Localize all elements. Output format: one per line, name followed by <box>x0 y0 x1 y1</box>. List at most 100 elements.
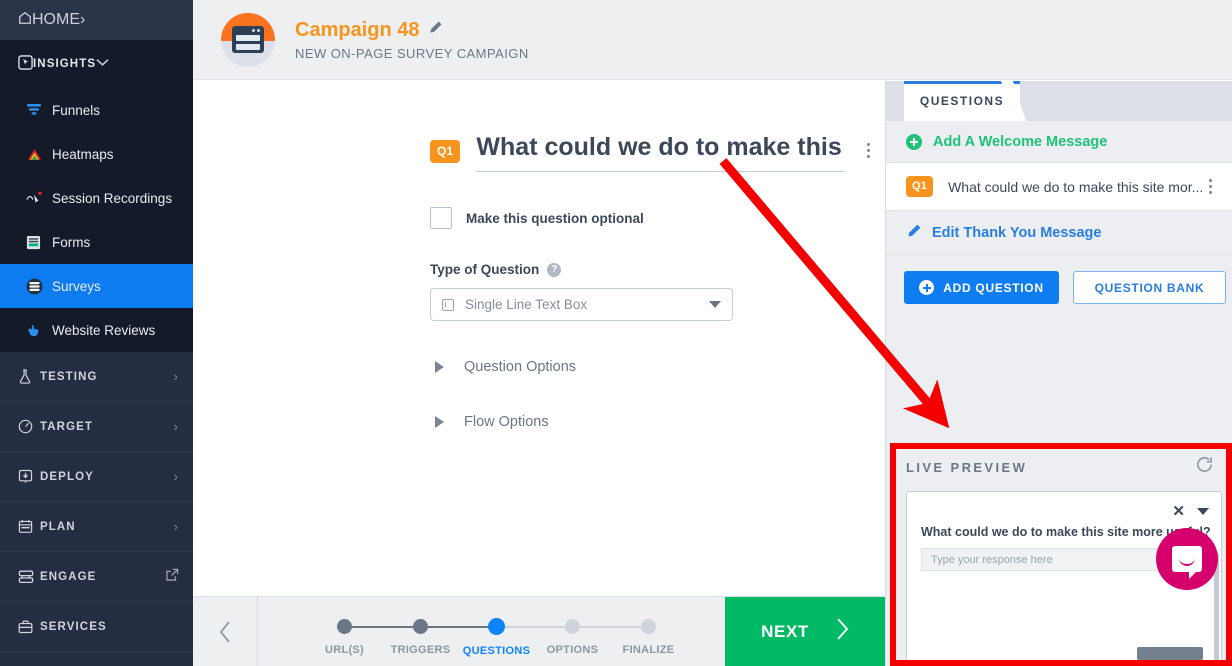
sidebar-item-target[interactable]: TARGET › <box>0 402 193 451</box>
question-header-row: Q1 <box>430 133 885 172</box>
list-item[interactable]: Q1 What could we do to make this site mo… <box>886 163 1232 211</box>
sidebar-item-forms[interactable]: Forms <box>0 220 193 264</box>
step-dot <box>337 619 352 634</box>
sidebar-item-testing[interactable]: TESTING › <box>0 352 193 401</box>
session-recordings-icon <box>26 191 52 205</box>
refresh-icon[interactable] <box>1195 455 1214 480</box>
sidebar-item-plan-label: PLAN <box>40 520 76 533</box>
step-dot <box>565 619 580 634</box>
sidebar-item-website-reviews[interactable]: Website Reviews <box>0 308 193 352</box>
plus-circle-icon <box>919 280 935 295</box>
optional-checkbox-row[interactable]: Make this question optional <box>430 207 885 229</box>
sidebar-item-engage[interactable]: ENGAGE <box>0 552 193 601</box>
step-questions[interactable]: QUESTIONS <box>459 606 573 657</box>
text-box-icon <box>442 298 454 311</box>
campaign-subtitle: NEW ON-PAGE SURVEY CAMPAIGN <box>295 45 529 61</box>
insights-icon <box>18 55 33 73</box>
preview-submit-button[interactable] <box>1137 647 1203 660</box>
external-link-icon <box>165 568 179 585</box>
step-finalize[interactable]: FINALIZE <box>611 606 687 656</box>
sidebar-item-heatmaps-label: Heatmaps <box>52 146 114 162</box>
step-triggers[interactable]: TRIGGERS <box>383 606 497 656</box>
preview-response-input[interactable]: Type your response here <box>921 548 1169 571</box>
step-dot <box>488 618 505 635</box>
step-dot <box>413 619 428 634</box>
accordion-flow-options[interactable]: Flow Options <box>430 414 885 430</box>
question-menu-icon[interactable] <box>851 143 885 158</box>
briefcase-icon <box>18 620 40 634</box>
edit-thank-you-row[interactable]: Edit Thank You Message <box>886 211 1232 255</box>
chevron-right-icon: › <box>173 469 179 484</box>
forms-icon <box>26 235 52 250</box>
step-urls[interactable]: URL(S) <box>307 606 421 656</box>
website-reviews-icon <box>26 323 52 337</box>
triangle-right-icon <box>435 361 444 373</box>
app-root: HOME › INSIGHTS Funnels Heatmaps Session… <box>0 0 1232 666</box>
question-bank-button[interactable]: QUESTION BANK <box>1073 271 1226 304</box>
sidebar-item-testing-label: TESTING <box>40 370 98 383</box>
add-welcome-message-label: Add A Welcome Message <box>933 133 1108 150</box>
step-connector <box>496 626 573 628</box>
list-item-label: What could we do to make this site mor..… <box>948 178 1202 195</box>
sidebar-item-home[interactable]: HOME › <box>0 0 193 40</box>
step-options[interactable]: OPTIONS <box>535 606 649 656</box>
sidebar-item-website-reviews-label: Website Reviews <box>52 322 156 338</box>
surveys-icon <box>26 278 52 295</box>
sidebar-item-session-recordings[interactable]: Session Recordings <box>0 176 193 220</box>
sidebar-item-funnels[interactable]: Funnels <box>0 88 193 132</box>
question-type-select[interactable]: Single Line Text Box <box>430 288 733 321</box>
step-options-label: OPTIONS <box>546 644 599 656</box>
accordion-question-options[interactable]: Question Options <box>430 359 885 375</box>
input-underline <box>476 171 845 172</box>
chevron-right-icon: › <box>173 369 179 384</box>
next-button-label: NEXT <box>761 621 809 641</box>
question-type-label: Type of Question <box>430 262 540 277</box>
preview-response-placeholder: Type your response here <box>931 553 1053 566</box>
question-number-badge: Q1 <box>430 140 461 163</box>
sidebar-item-ideas[interactable]: IDEAS <box>0 652 193 666</box>
live-preview-header: LIVE PREVIEW <box>891 443 1232 491</box>
sidebar-item-deploy[interactable]: DEPLOY › <box>0 452 193 501</box>
campaign-header: Campaign 48 NEW ON-PAGE SURVEY CAMPAIGN <box>193 0 1232 80</box>
chevron-right-icon: › <box>80 11 86 28</box>
back-button[interactable] <box>193 596 258 666</box>
pencil-icon <box>906 223 922 243</box>
next-button[interactable]: NEXT <box>725 596 885 666</box>
pencil-icon[interactable] <box>428 20 443 40</box>
question-editor: Q1 Make this question optional Type of Q… <box>193 81 885 596</box>
sidebar-item-plan[interactable]: PLAN › <box>0 502 193 551</box>
chevron-right-icon: › <box>173 519 179 534</box>
close-icon[interactable]: ✕ <box>1172 502 1185 520</box>
add-welcome-message-row[interactable]: Add A Welcome Message <box>886 121 1232 163</box>
campaign-avatar-icon <box>221 12 275 67</box>
heatmaps-icon <box>26 148 52 161</box>
live-preview-title: LIVE PREVIEW <box>906 459 1028 475</box>
sidebar-item-services[interactable]: SERVICES <box>0 602 193 651</box>
question-title-input[interactable] <box>476 133 845 171</box>
panel-button-row: ADD QUESTION QUESTION BANK <box>886 255 1232 304</box>
plus-circle-icon <box>906 133 922 150</box>
step-connector <box>344 626 421 628</box>
intercom-chat-icon[interactable] <box>1156 528 1218 590</box>
sidebar-section-insights: INSIGHTS Funnels Heatmaps Session Record… <box>0 40 193 352</box>
add-question-button[interactable]: ADD QUESTION <box>904 271 1059 304</box>
sidebar-item-heatmaps[interactable]: Heatmaps <box>0 132 193 176</box>
sidebar-item-funnels-label: Funnels <box>52 102 101 118</box>
engage-icon <box>18 570 40 584</box>
optional-checkbox-label: Make this question optional <box>466 210 644 226</box>
add-question-label: ADD QUESTION <box>943 280 1044 295</box>
edit-thank-you-label: Edit Thank You Message <box>932 224 1102 241</box>
sidebar-item-insights[interactable]: INSIGHTS <box>0 40 193 88</box>
question-bank-label: QUESTION BANK <box>1094 280 1205 295</box>
chevron-right-icon: › <box>173 419 179 434</box>
wizard-footer: URL(S) TRIGGERS QUESTIONS OPTIONS FINALI… <box>193 596 885 666</box>
more-vertical-icon[interactable] <box>1202 179 1218 194</box>
sidebar-item-surveys[interactable]: Surveys <box>0 264 193 308</box>
sidebar-item-services-label: SERVICES <box>40 620 107 633</box>
sidebar-item-target-label: TARGET <box>40 420 94 433</box>
help-circle-icon[interactable]: ? <box>547 262 562 277</box>
sidebar-item-surveys-label: Surveys <box>52 278 101 294</box>
optional-checkbox[interactable] <box>430 207 452 229</box>
step-urls-label: URL(S) <box>324 644 365 656</box>
chevron-down-icon[interactable] <box>1197 507 1209 515</box>
